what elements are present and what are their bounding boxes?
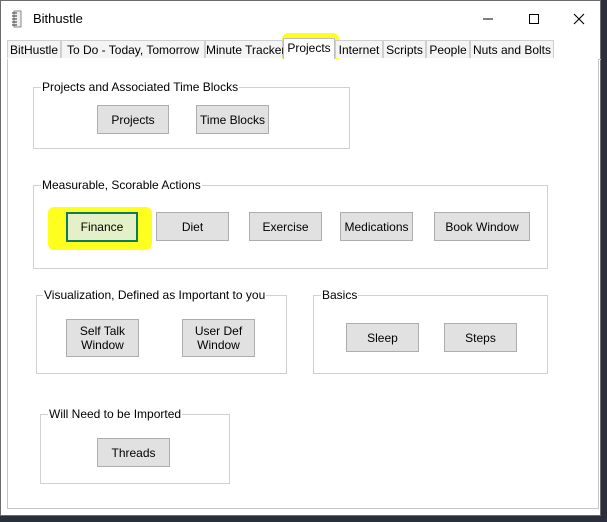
maximize-icon	[529, 13, 539, 24]
group-title: Measurable, Scorable Actions	[41, 178, 202, 192]
self-talk-window-button[interactable]: Self Talk Window	[66, 319, 139, 357]
minimize-icon	[483, 18, 493, 19]
minimize-button[interactable]	[465, 1, 511, 36]
finance-button[interactable]: Finance	[66, 212, 138, 242]
tab-internet[interactable]: Internet	[335, 40, 383, 58]
window-title: Bithustle	[33, 11, 83, 26]
tab-bithustle[interactable]: BitHustle	[7, 40, 61, 58]
tab-nuts-and-bolts[interactable]: Nuts and Bolts	[470, 40, 554, 58]
sleep-button[interactable]: Sleep	[346, 323, 419, 352]
group-visualization: Visualization, Defined as Important to y…	[36, 288, 287, 374]
close-button[interactable]	[556, 1, 602, 36]
maximize-button[interactable]	[511, 1, 557, 36]
diet-button[interactable]: Diet	[156, 212, 229, 241]
group-title: Basics	[321, 288, 359, 302]
group-projects-time-blocks: Projects and Associated Time Blocks Proj…	[33, 80, 350, 149]
projects-button[interactable]: Projects	[97, 105, 169, 134]
tab-scripts[interactable]: Scripts	[383, 40, 426, 58]
threads-button[interactable]: Threads	[97, 438, 170, 467]
book-window-button[interactable]: Book Window	[434, 212, 530, 241]
close-icon	[573, 13, 585, 24]
spiral-notebook-icon	[12, 10, 22, 28]
time-blocks-button[interactable]: Time Blocks	[196, 105, 269, 134]
steps-button[interactable]: Steps	[444, 323, 517, 352]
medications-button[interactable]: Medications	[340, 212, 413, 241]
tab-projects[interactable]: Projects	[283, 38, 335, 59]
exercise-button[interactable]: Exercise	[249, 212, 322, 241]
group-title: Visualization, Defined as Important to y…	[43, 288, 267, 302]
tab-strip: BitHustle To Do - Today, Tomorrow Minute…	[7, 38, 601, 60]
title-bar[interactable]: Bithustle	[1, 1, 600, 36]
group-basics: Basics Sleep Steps	[313, 288, 548, 374]
app-window: Bithustle BitHustle To Do - Today, Tomor…	[0, 0, 601, 516]
group-title: Projects and Associated Time Blocks	[41, 80, 240, 94]
user-def-window-button[interactable]: User Def Window	[182, 319, 255, 357]
tab-to-do[interactable]: To Do - Today, Tomorrow	[61, 40, 205, 58]
group-imported: Will Need to be Imported Threads	[40, 407, 230, 484]
tab-people[interactable]: People	[426, 40, 470, 58]
tab-minute-tracker[interactable]: Minute Tracker	[205, 40, 285, 58]
group-title: Will Need to be Imported	[48, 407, 183, 421]
